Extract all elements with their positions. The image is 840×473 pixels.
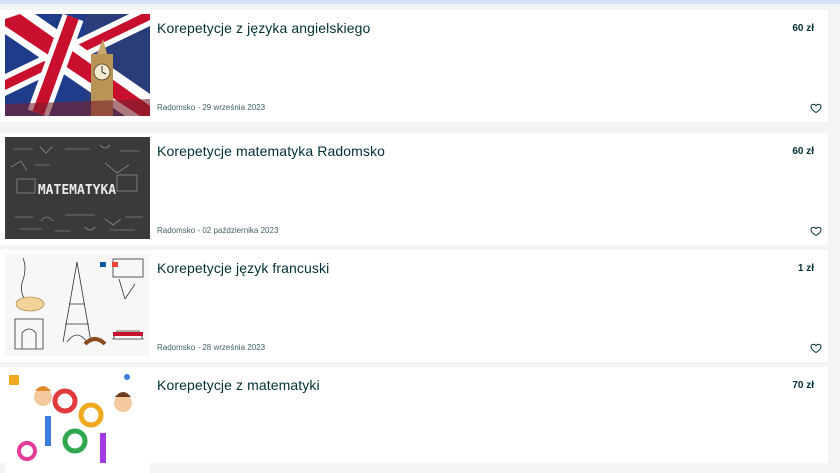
heart-outline-icon[interactable]: [810, 225, 822, 237]
listing-price: 60 zł: [792, 146, 814, 157]
listing-title[interactable]: Korepetycje z języka angielskiego: [157, 20, 370, 36]
chalkboard-text: MATEMATYKA: [38, 183, 116, 198]
listing-price: 1 zł: [797, 263, 814, 274]
listing-image[interactable]: [5, 371, 150, 473]
listing-image[interactable]: MATEMATYKA: [5, 137, 150, 239]
listing-location-date: Radomsko - 28 września 2023: [157, 343, 266, 352]
listing-card[interactable]: Korepetycje z matematyki 70 zł: [0, 367, 828, 473]
listing-image[interactable]: [5, 254, 150, 356]
listing-title[interactable]: Korepetycje matematyka Radomsko: [157, 143, 385, 159]
heart-outline-icon[interactable]: [810, 102, 822, 114]
listing-title[interactable]: Korepetycje z matematyki: [157, 377, 320, 393]
listing-title[interactable]: Korepetycje język francuski: [157, 260, 329, 276]
listing-card[interactable]: Korepetycje z języka angielskiego 60 zł …: [0, 10, 828, 122]
listing-price: 70 zł: [792, 380, 814, 391]
listing-location-date: Radomsko - 02 października 2023: [157, 226, 279, 235]
top-bar: [0, 0, 840, 4]
listing-card[interactable]: MATEMATYKA Korepetycje matematyka Radoms…: [0, 133, 828, 245]
listing-location-date: Radomsko - 29 września 2023: [157, 103, 266, 112]
listing-image[interactable]: [5, 14, 150, 116]
listing-card[interactable]: Korepetycje język francuski 1 zł Radomsk…: [0, 250, 828, 362]
listing-price: 60 zł: [792, 23, 814, 34]
heart-outline-icon[interactable]: [810, 342, 822, 354]
